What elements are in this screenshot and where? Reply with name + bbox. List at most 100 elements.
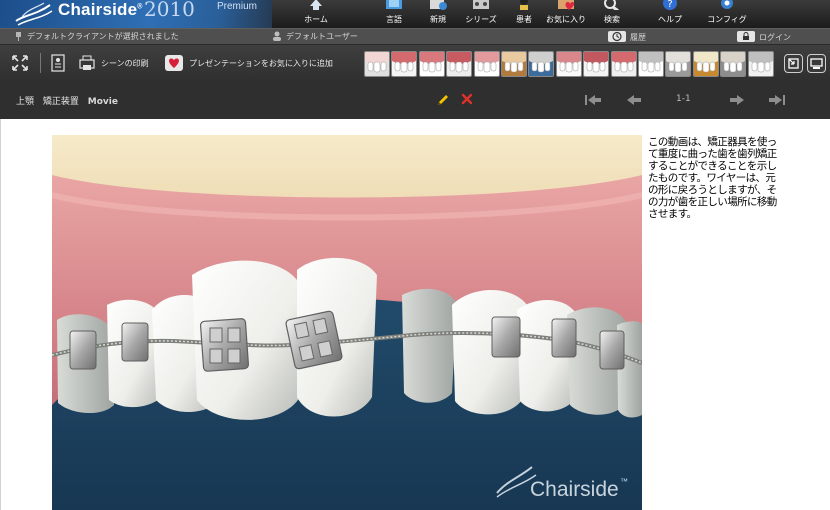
braces-animation-viewer[interactable]: Chairside ™	[52, 135, 642, 510]
watermark-text: Chairside	[530, 478, 619, 501]
login-button[interactable]: ログイン	[737, 31, 791, 43]
app-tier: Premium	[217, 1, 258, 12]
tooth-thumbnail-icon	[502, 52, 526, 76]
svg-text:?: ?	[667, 0, 672, 10]
nav-new[interactable]: 新規	[414, 0, 462, 28]
bracket	[69, 330, 97, 370]
breadcrumb-appliance[interactable]: 矯正装置	[43, 97, 79, 107]
status-bar: デフォルトクライアントが選択されました デフォルトユーザー 履歴 ログイン	[0, 28, 830, 45]
history-button[interactable]: 履歴	[608, 31, 646, 43]
tooth-thumbnail-icon	[529, 52, 554, 76]
nav-label: シリーズ	[465, 15, 497, 24]
scene-thumbnail[interactable]	[364, 51, 390, 77]
scene-thumbnail[interactable]	[473, 51, 500, 77]
lock-icon	[737, 31, 755, 42]
user-icon	[273, 31, 281, 41]
tooth-thumbnail-icon	[447, 52, 472, 76]
help-icon: ?	[663, 0, 677, 10]
favorites-icon	[558, 0, 575, 10]
nav-home[interactable]: ホーム	[292, 0, 340, 28]
tooth-thumbnail-icon	[392, 52, 417, 76]
scene-thumbnail[interactable]	[610, 51, 637, 77]
previous-page-icon[interactable]	[624, 92, 644, 108]
print-scene-button[interactable]: シーンの印刷	[101, 58, 149, 69]
tooth-thumbnail-icon	[419, 52, 444, 76]
nav-label: お気に入り	[546, 15, 586, 24]
scene-thumbnail[interactable]	[720, 51, 747, 77]
tooth-thumbnail-icon	[693, 52, 718, 76]
tooth-thumbnail-icon	[721, 52, 746, 76]
tooth-thumbnail-icon	[666, 52, 691, 76]
bracket	[199, 318, 250, 372]
toolbar: シーンの印刷 プレゼンテーションをお気に入りに追加	[0, 45, 830, 81]
scene-thumbnail[interactable]	[446, 51, 473, 77]
app-header: Chairside® 2010 Premium ホーム 言語 新規 シリーズ 患者 お気に…	[0, 0, 830, 28]
scene-description: この動画は、矯正器具を使って重度に曲った歯を歯列矯正することができることを示した…	[648, 136, 777, 220]
delete-icon[interactable]	[461, 93, 473, 105]
braces-illustration: Chairside ™	[52, 135, 642, 510]
restore-icon	[788, 58, 799, 69]
scene-thumbnail[interactable]	[583, 51, 610, 77]
tooth-thumbnail-icon	[639, 52, 663, 76]
scene-thumbnail[interactable]	[692, 51, 719, 77]
last-page-icon[interactable]	[767, 92, 787, 108]
nav-label: ヘルプ	[658, 15, 682, 24]
language-icon	[386, 0, 402, 9]
nav-label: 新規	[430, 15, 446, 24]
bracket	[491, 316, 521, 358]
client-status: デフォルトクライアントが選択されました	[14, 31, 179, 42]
heart-icon[interactable]	[165, 54, 183, 72]
add-to-favorites-button[interactable]: プレゼンテーションをお気に入りに追加	[189, 58, 333, 69]
tooth-thumbnail-icon	[556, 52, 581, 76]
nav-config[interactable]: コンフィグ	[703, 0, 751, 28]
first-page-icon[interactable]	[583, 92, 603, 108]
watermark-tm: ™	[620, 477, 628, 486]
breadcrumb-jaw[interactable]: 上顎	[16, 97, 34, 107]
bracket	[599, 330, 625, 370]
next-page-icon[interactable]	[727, 92, 747, 108]
presentation-mode-button[interactable]	[807, 54, 826, 73]
nav-search[interactable]: 検索	[588, 0, 636, 28]
nav-label: コンフィグ	[707, 15, 747, 24]
page-indicator: 1-1	[676, 94, 691, 104]
pencil-icon[interactable]	[436, 93, 450, 107]
scene-thumbnail[interactable]	[528, 51, 555, 77]
bracket	[551, 318, 577, 358]
scene-title-bar: 上顎 矯正装置 Movie 1-1	[0, 81, 830, 119]
scene-thumbnail[interactable]	[665, 51, 692, 77]
nav-label: ホーム	[304, 15, 328, 24]
fullscreen-toggle-icon[interactable]	[11, 54, 29, 72]
user-status: デフォルトユーザー	[272, 31, 358, 42]
print-icon[interactable]	[78, 54, 96, 72]
nav-language[interactable]: 言語	[370, 0, 418, 28]
scene-thumbnail[interactable]	[391, 51, 418, 77]
pin-icon	[16, 32, 21, 41]
tooth-thumbnail-icon	[748, 52, 773, 76]
home-icon	[310, 0, 322, 10]
patient-icon	[520, 0, 528, 10]
content-area: Chairside ™ この動画は、矯正器具を使って重度に曲った歯を歯列矯正する…	[0, 119, 830, 510]
search-icon	[604, 0, 619, 10]
bracket	[121, 322, 149, 362]
chairside-logo-icon	[15, 2, 53, 26]
nav-favorites[interactable]: お気に入り	[542, 0, 590, 28]
toolbar-divider	[40, 53, 41, 73]
document-icon[interactable]	[49, 54, 67, 72]
restore-window-button[interactable]	[784, 54, 803, 73]
scene-thumbnail[interactable]	[747, 51, 774, 77]
nav-help[interactable]: ? ヘルプ	[646, 0, 694, 28]
nav-series[interactable]: シリーズ	[457, 0, 505, 28]
tooth-thumbnail-icon	[365, 52, 389, 76]
breadcrumb-movie: Movie	[87, 97, 118, 107]
new-icon	[430, 0, 447, 10]
nav-label: 言語	[386, 15, 402, 24]
app-name: Chairside®	[58, 0, 143, 19]
brand-banner: Chairside® 2010 Premium	[0, 0, 272, 28]
nav-patient[interactable]: 患者	[500, 0, 548, 28]
scene-thumbnail[interactable]	[418, 51, 445, 77]
bracket	[285, 310, 343, 370]
scene-thumbnail[interactable]	[555, 51, 582, 77]
nav-label: 検索	[604, 15, 620, 24]
scene-thumbnail[interactable]	[501, 51, 527, 77]
scene-thumbnail[interactable]	[638, 51, 664, 77]
